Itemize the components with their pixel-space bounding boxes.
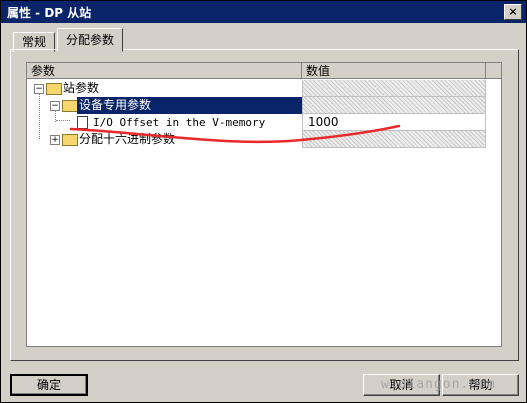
red-annotation-stroke [69,124,401,144]
tab-assign-parameters[interactable]: 分配参数 [57,28,123,52]
ok-button[interactable]: 确定 [10,374,88,396]
watermark: w.diangon.com [381,377,496,392]
annotation-line [69,124,401,144]
properties-dialog: 属性 - DP 从站 × 常规 分配参数 参数 数值 − 站参数 − 设备专用参… [0,0,527,403]
